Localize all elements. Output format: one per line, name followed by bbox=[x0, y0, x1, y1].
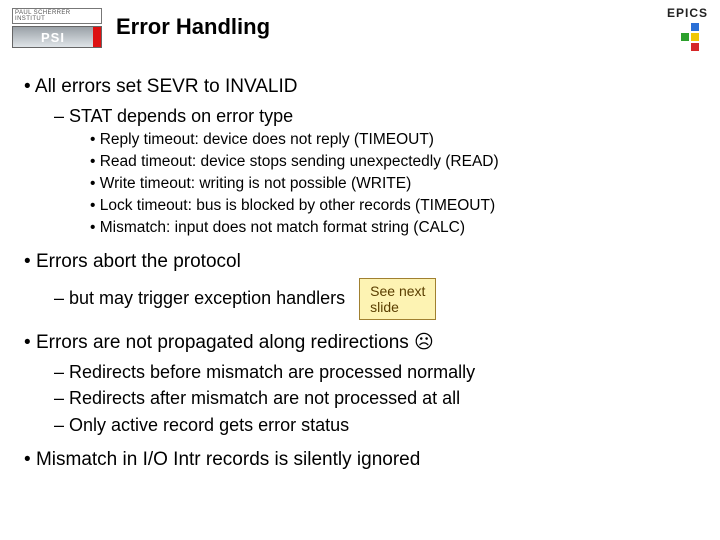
sub-bullet: but may trigger exception handlers bbox=[54, 286, 345, 310]
bullet: Errors abort the protocol bbox=[24, 249, 696, 275]
sub-sub-bullet: Write timeout: writing is not possible (… bbox=[90, 174, 696, 195]
epics-label: EPICS bbox=[667, 6, 708, 20]
sub-sub-bullet: Reply timeout: device does not reply (TI… bbox=[90, 130, 696, 151]
epics-squares-icon bbox=[680, 22, 708, 52]
sub-bullet: Redirects after mismatch are not process… bbox=[54, 386, 696, 410]
psi-logo: PAUL SCHERRER INSTITUT PSI bbox=[12, 8, 102, 48]
sub-bullet: Only active record gets error status bbox=[54, 413, 696, 437]
slide-content: All errors set SEVR to INVALID STAT depe… bbox=[0, 52, 720, 473]
psi-logo-subtitle: PAUL SCHERRER INSTITUT bbox=[12, 8, 102, 24]
sub-bullet: STAT depends on error type bbox=[54, 104, 696, 128]
sub-sub-bullet: Mismatch: input does not match format st… bbox=[90, 218, 696, 239]
note-line: See next bbox=[370, 283, 425, 299]
epics-badge: EPICS bbox=[667, 6, 708, 52]
note-line: slide bbox=[370, 299, 425, 315]
slide-header: PAUL SCHERRER INSTITUT PSI Error Handlin… bbox=[0, 0, 720, 52]
bullet: Errors are not propagated along redirect… bbox=[24, 330, 696, 356]
sub-bullet: Redirects before mismatch are processed … bbox=[54, 360, 696, 384]
sub-sub-bullet: Lock timeout: bus is blocked by other re… bbox=[90, 196, 696, 217]
sub-sub-bullet: Read timeout: device stops sending unexp… bbox=[90, 152, 696, 173]
psi-logo-accent bbox=[93, 27, 101, 47]
bullet: All errors set SEVR to INVALID bbox=[24, 74, 696, 100]
bullet: Mismatch in I/O Intr records is silently… bbox=[24, 447, 696, 473]
psi-logo-block: PSI bbox=[12, 26, 102, 48]
slide-title: Error Handling bbox=[116, 8, 270, 40]
sticky-note: See next slide bbox=[359, 278, 436, 320]
psi-logo-text: PSI bbox=[41, 30, 65, 45]
